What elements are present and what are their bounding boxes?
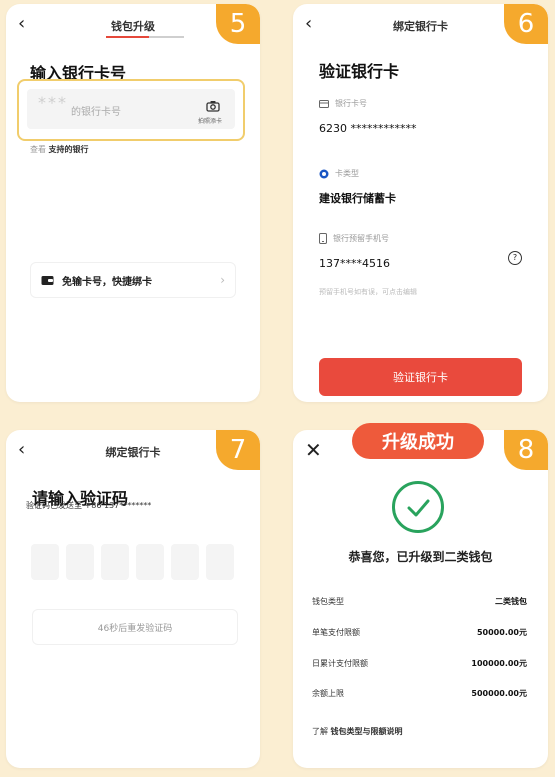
card-number-input[interactable]: *** 的银行卡号 拍照添卡 xyxy=(17,79,245,141)
phone-label-row: 银行预留手机号 xyxy=(319,233,389,244)
phone-label: 银行预留手机号 xyxy=(333,234,389,243)
row-label: 日累计支付限额 xyxy=(312,659,368,668)
card-type-label: 卡类型 xyxy=(335,169,359,178)
row-label: 钱包类型 xyxy=(312,597,344,606)
camera-add-card-button[interactable]: 拍照添卡 xyxy=(198,97,225,125)
ccb-bank-logo-icon xyxy=(319,169,329,178)
card-type-value: 建设银行储蓄卡 xyxy=(319,192,396,205)
step-badge-8: 8 xyxy=(504,430,548,470)
card-type-label-row: 卡类型 xyxy=(319,168,359,179)
nav-title: 绑定银行卡 xyxy=(393,20,448,33)
camera-label: 拍照添卡 xyxy=(197,118,222,125)
chevron-right-icon: › xyxy=(220,273,225,287)
limits-explanation-link[interactable]: 了解 钱包类型与限额说明 xyxy=(312,726,403,737)
help-question-icon[interactable]: ? xyxy=(508,251,522,265)
row-label: 单笔支付限额 xyxy=(312,628,360,637)
code-digit-5[interactable] xyxy=(171,544,199,580)
card-number-field[interactable]: *** 的银行卡号 拍照添卡 xyxy=(27,89,235,129)
success-tag: 升级成功 xyxy=(352,423,484,459)
card-placeholder: 的银行卡号 xyxy=(71,107,121,118)
row-label: 余额上限 xyxy=(312,689,344,698)
card-number-value: 6230 ************ xyxy=(319,122,417,135)
code-sent-to: 验证码已发送至 +86 137******** xyxy=(26,501,152,510)
explain-link-text[interactable]: 钱包类型与限额说明 xyxy=(331,727,403,736)
supported-link-text[interactable]: 支持的银行 xyxy=(49,145,89,154)
code-digit-3[interactable] xyxy=(101,544,129,580)
camera-icon xyxy=(206,101,220,112)
panel-verify-card: 6 ‹ 绑定银行卡 验证银行卡 银行卡号 6230 ************ 卡… xyxy=(293,4,548,402)
row-value: 二类钱包 xyxy=(495,597,527,606)
close-icon[interactable]: ✕ xyxy=(305,438,322,462)
verify-card-button[interactable]: 验证银行卡 xyxy=(319,358,522,396)
code-digit-1[interactable] xyxy=(31,544,59,580)
congrats-text: 恭喜您，已升级到二类钱包 xyxy=(348,550,493,564)
quick-bind-button[interactable]: 免输卡号，快捷绑卡 › xyxy=(30,262,236,298)
nav-progress-underline xyxy=(106,36,184,38)
code-digit-6[interactable] xyxy=(206,544,234,580)
supported-prefix: 查看 xyxy=(30,145,46,154)
quick-bind-label: 免输卡号，快捷绑卡 xyxy=(62,276,152,288)
code-digit-4[interactable] xyxy=(136,544,164,580)
card-icon xyxy=(319,99,329,108)
panel-wallet-upgrade: 5 ‹ 钱包升级 输入银行卡号 *** 的银行卡号 拍照添卡 查看 支持的银行 … xyxy=(6,4,260,402)
resend-code-button[interactable]: 46秒后重发验证码 xyxy=(32,609,238,645)
row-value: 100000.00元 xyxy=(471,659,527,668)
success-check-icon xyxy=(392,481,444,533)
wallet-card-icon xyxy=(41,275,54,285)
page-heading: 验证银行卡 xyxy=(319,62,400,81)
supported-banks-link[interactable]: 查看 支持的银行 xyxy=(30,144,89,155)
code-digit-2[interactable] xyxy=(66,544,94,580)
phone-hint: 预留手机号如有误，可点击编辑 xyxy=(319,288,417,296)
row-value: 50000.00元 xyxy=(476,628,527,637)
nav-title: 钱包升级 xyxy=(111,20,155,33)
nav-title: 绑定银行卡 xyxy=(105,446,161,459)
card-number-label-row: 银行卡号 xyxy=(319,98,367,109)
card-mask: *** xyxy=(38,93,68,112)
explain-prefix: 了解 xyxy=(312,727,328,736)
row-value: 500000.00元 xyxy=(471,689,527,698)
panel-enter-code: 7 ‹ 绑定银行卡 xyxy=(6,430,260,768)
card-number-label: 银行卡号 xyxy=(335,99,367,108)
phone-icon xyxy=(319,233,327,244)
phone-value[interactable]: 137****4516 xyxy=(319,257,390,270)
